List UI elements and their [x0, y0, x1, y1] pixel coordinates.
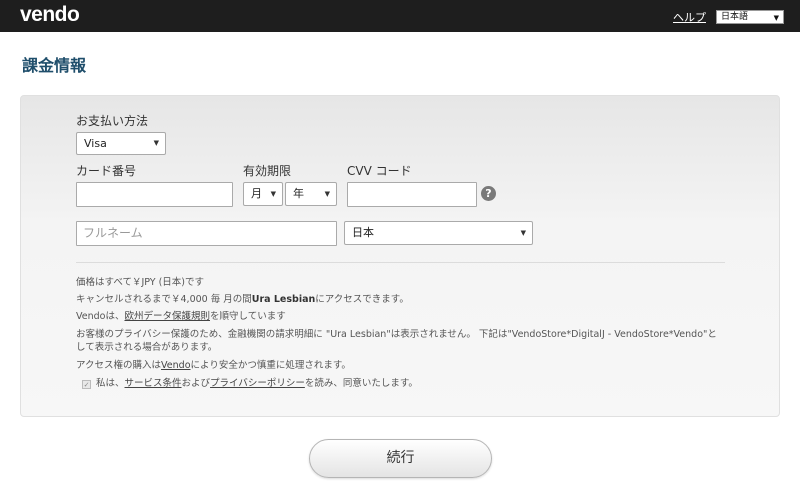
access-note: キャンセルされるまで￥4,000 毎 月の間Ura Lesbianにアクセスでき… — [76, 294, 409, 306]
terms-label: 私は、サービス条件およびプライバシーポリシーを読み、同意いたします。 — [96, 378, 418, 390]
cvv-label: CVV コード — [347, 164, 412, 178]
payment-method-select[interactable]: Visa ▼ — [76, 132, 166, 155]
fullname-input[interactable]: フルネーム — [76, 221, 337, 246]
expiry-month-value: 月 — [251, 187, 262, 200]
terms-checkbox[interactable]: ✓ — [82, 380, 91, 389]
access-note-pre: キャンセルされるまで￥4,000 毎 月の間 — [76, 294, 252, 305]
card-number-label: カード番号 — [76, 164, 137, 178]
payment-method-label: お支払い方法 — [76, 114, 149, 128]
divider — [76, 262, 725, 263]
chevron-down-icon: ▼ — [270, 190, 276, 198]
chevron-down-icon: ▼ — [153, 139, 159, 147]
price-note: 価格はすべて￥JPY (日本)です — [76, 277, 205, 288]
gdpr-link[interactable]: 欧州データ保護規則 — [124, 311, 210, 322]
chevron-down-icon: ▼ — [773, 14, 779, 22]
question-circle-icon[interactable]: ? — [481, 186, 496, 201]
continue-button[interactable]: 続行 — [309, 439, 492, 478]
fullname-placeholder: フルネーム — [83, 226, 143, 240]
language-select-value: 日本語 — [721, 12, 749, 22]
terms-pre: 私は、 — [96, 378, 125, 389]
access-note-post: にアクセスできます。 — [315, 294, 409, 305]
vendo-link[interactable]: Vendo — [161, 360, 190, 371]
expiry-month-select[interactable]: 月 ▼ — [243, 182, 283, 206]
expiry-year-value: 年 — [293, 187, 304, 200]
billing-descriptor-note: お客様のプライバシー保護のため、金融機関の請求明細に "Ura Lesbian"… — [76, 329, 717, 340]
country-select[interactable]: 日本 ▼ — [344, 221, 533, 245]
chevron-down-icon: ▼ — [520, 229, 526, 237]
terms-of-service-link[interactable]: サービス条件 — [125, 378, 182, 389]
processor-note-pre: アクセス権の購入は — [76, 360, 162, 371]
card-number-input[interactable] — [76, 182, 233, 207]
privacy-policy-link[interactable]: プライバシーポリシー — [210, 378, 305, 389]
cvv-input[interactable] — [347, 182, 477, 207]
page-title: 課金情報 — [22, 56, 87, 75]
gdpr-note: Vendoは、欧州データ保護規則を順守しています — [76, 311, 286, 323]
terms-post: を読み、同意いたします。 — [304, 378, 418, 389]
processor-note: アクセス権の購入はVendoにより安全かつ慎重に処理されます。 — [76, 360, 351, 372]
help-link[interactable]: ヘルプ — [673, 9, 706, 25]
expiry-label: 有効期限 — [243, 164, 292, 178]
processor-note-post: により安全かつ慎重に処理されます。 — [190, 360, 351, 371]
vendo-logo: vendo — [20, 3, 80, 26]
expiry-year-select[interactable]: 年 ▼ — [285, 182, 337, 206]
terms-mid: および — [181, 378, 211, 389]
site-name: Ura Lesbian — [251, 294, 316, 305]
top-bar: vendo ヘルプ 日本語 ▼ — [0, 0, 800, 32]
country-value: 日本 — [352, 226, 374, 239]
chevron-down-icon: ▼ — [324, 190, 330, 198]
billing-descriptor-note-cont: して表示される場合があります。 — [76, 342, 218, 353]
gdpr-note-post: を順守しています — [210, 311, 286, 322]
gdpr-note-pre: Vendoは、 — [76, 311, 125, 322]
payment-method-value: Visa — [84, 137, 107, 150]
language-select[interactable]: 日本語 ▼ — [716, 10, 784, 24]
